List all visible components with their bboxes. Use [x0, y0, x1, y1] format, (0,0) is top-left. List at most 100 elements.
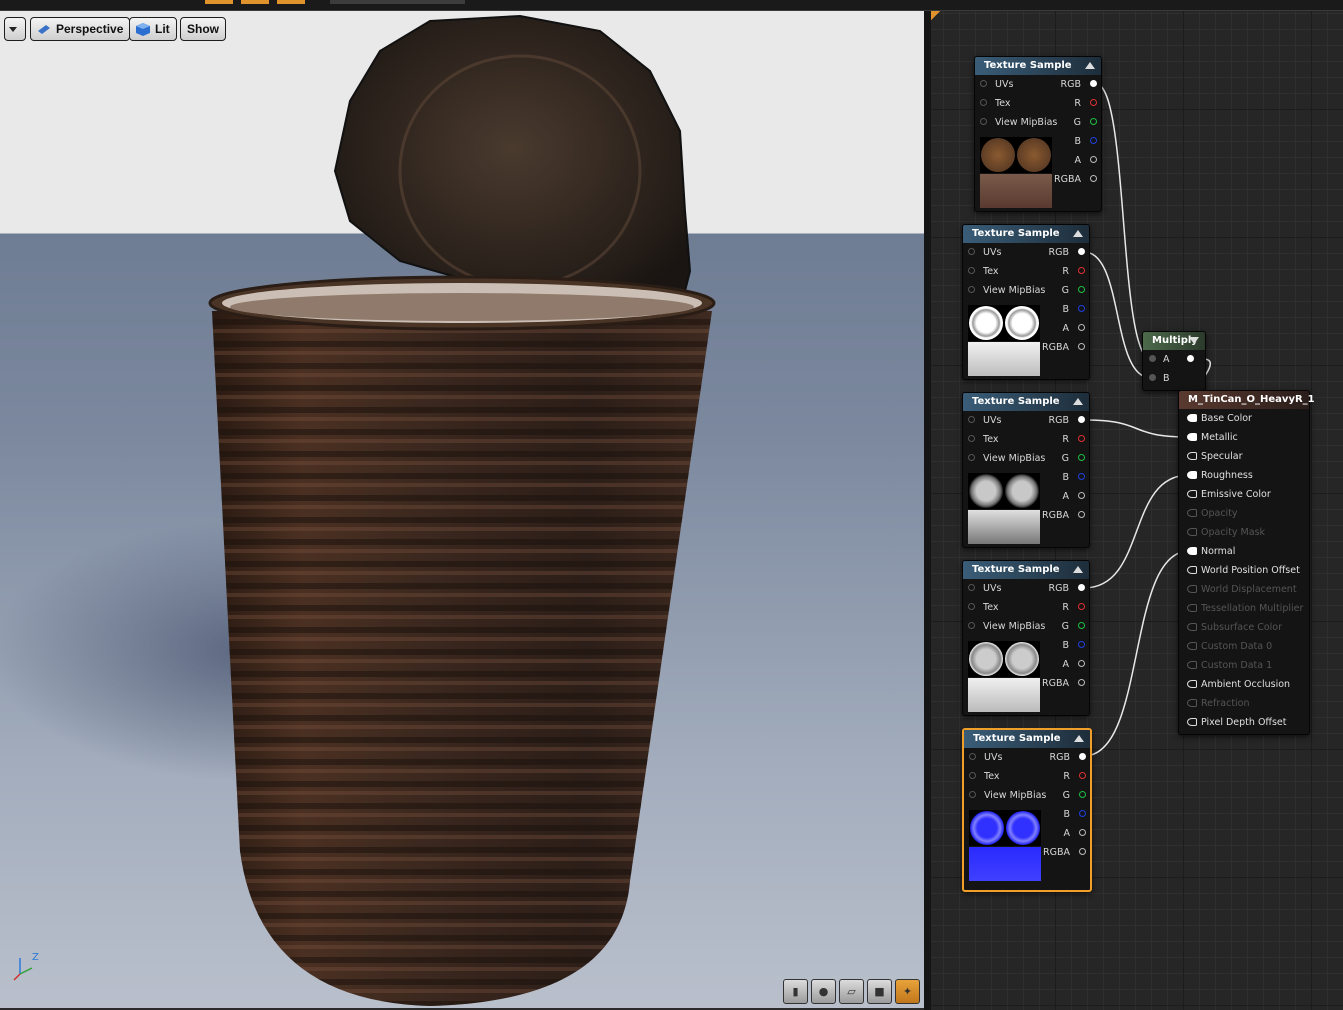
output-pin-icon[interactable] [1078, 416, 1085, 423]
output-pin-icon[interactable] [1079, 810, 1086, 817]
output-pin-row[interactable]: RGB [975, 75, 1101, 94]
output-pin-row[interactable]: RGB [963, 411, 1089, 430]
output-pin-icon[interactable] [1090, 137, 1097, 144]
node-title[interactable]: Texture Sample [964, 730, 1090, 748]
material-input-pin-row[interactable]: Roughness [1179, 466, 1309, 485]
plane-preview-icon[interactable]: ▱ [839, 979, 864, 1004]
input-pin-icon[interactable] [1149, 374, 1156, 381]
output-pin-row[interactable]: G [964, 786, 1090, 805]
material-input-pin-row[interactable]: Specular [1179, 447, 1309, 466]
output-pin-icon[interactable] [1078, 660, 1085, 667]
output-pin-icon[interactable] [1078, 622, 1085, 629]
output-pin-row[interactable]: G [963, 281, 1089, 300]
output-pin-icon[interactable] [1079, 772, 1086, 779]
material-input-pin-row[interactable]: Normal [1179, 542, 1309, 561]
output-pin-icon[interactable] [1187, 355, 1194, 362]
multiply-node[interactable]: Multiply A B [1142, 331, 1206, 391]
preview-viewport[interactable]: Perspective Lit Show Z ▮ ● ▱ ■ ✦ [0, 11, 924, 1008]
texture-sample-node[interactable]: Texture Sample UVs Tex View MipBias RGB … [962, 224, 1090, 380]
tab-chip[interactable] [241, 0, 269, 4]
texture-sample-node[interactable]: Texture Sample UVs Tex View MipBias RGB … [974, 56, 1102, 212]
output-pin-icon[interactable] [1078, 473, 1085, 480]
material-graph[interactable]: Texture Sample UVs Tex View MipBias RGB … [931, 11, 1343, 1010]
output-pin-icon[interactable] [1090, 118, 1097, 125]
output-pin-icon[interactable] [1090, 175, 1097, 182]
output-pin-icon[interactable] [1078, 511, 1085, 518]
show-button[interactable]: Show [180, 17, 226, 41]
collapse-icon[interactable] [1085, 62, 1095, 69]
material-input-pin-row[interactable]: Emissive Color [1179, 485, 1309, 504]
output-pin-icon[interactable] [1078, 492, 1085, 499]
output-pin-row[interactable]: G [963, 617, 1089, 636]
output-pin-icon[interactable] [1079, 791, 1086, 798]
output-pin-icon[interactable] [1078, 584, 1085, 591]
material-input-pin-icon[interactable] [1187, 471, 1197, 479]
material-input-pin-row[interactable]: Ambient Occlusion [1179, 675, 1309, 694]
output-pin-icon[interactable] [1078, 641, 1085, 648]
output-pin-icon[interactable] [1078, 603, 1085, 610]
material-input-pin-icon[interactable] [1187, 452, 1197, 460]
output-pin-row[interactable]: RGB [963, 243, 1089, 262]
node-title[interactable]: Texture Sample [963, 393, 1089, 411]
output-pin-icon[interactable] [1078, 435, 1085, 442]
output-pin-icon[interactable] [1078, 324, 1085, 331]
viewport-options-button[interactable] [4, 17, 26, 41]
input-pin-row[interactable]: B [1143, 369, 1205, 388]
output-pin-icon[interactable] [1078, 343, 1085, 350]
material-input-pin-icon[interactable] [1187, 680, 1197, 688]
input-pin-icon[interactable] [1149, 355, 1156, 362]
output-pin-icon[interactable] [1079, 829, 1086, 836]
output-pin-row[interactable]: R [964, 767, 1090, 786]
sphere-preview-icon[interactable]: ● [811, 979, 836, 1004]
cube-preview-icon[interactable]: ■ [867, 979, 892, 1004]
tab-chip[interactable] [205, 0, 233, 4]
material-input-pin-icon[interactable] [1187, 490, 1197, 498]
output-pin-icon[interactable] [1079, 753, 1086, 760]
output-pin-row[interactable]: R [963, 262, 1089, 281]
collapse-icon[interactable] [1073, 398, 1083, 405]
material-input-pin-icon[interactable] [1187, 547, 1197, 555]
material-input-pin-row[interactable]: Base Color [1179, 409, 1309, 428]
output-pin-icon[interactable] [1079, 848, 1086, 855]
output-pin-icon[interactable] [1090, 156, 1097, 163]
lit-button[interactable]: Lit [129, 17, 177, 41]
collapse-icon[interactable] [1074, 735, 1084, 742]
output-pin-row[interactable]: R [963, 430, 1089, 449]
input-pin-row[interactable]: A [1143, 350, 1205, 369]
output-pin-icon[interactable] [1078, 267, 1085, 274]
material-result-node[interactable]: M_TinCan_O_HeavyR_1 Base Color Metallic … [1178, 390, 1315, 735]
output-pin-row[interactable]: RGB [963, 579, 1089, 598]
output-pin-icon[interactable] [1078, 286, 1085, 293]
output-pin-icon[interactable] [1090, 80, 1097, 87]
material-input-pin-icon[interactable] [1187, 414, 1197, 422]
output-pin-row[interactable]: R [975, 94, 1101, 113]
node-title[interactable]: Texture Sample [975, 57, 1101, 75]
texture-sample-node[interactable]: Texture Sample UVs Tex View MipBias RGB … [962, 728, 1092, 892]
panel-splitter[interactable] [924, 11, 931, 1010]
node-title[interactable]: Multiply [1143, 332, 1205, 350]
collapse-icon[interactable] [1073, 230, 1083, 237]
output-pin-row[interactable]: R [963, 598, 1089, 617]
custom-mesh-preview-icon[interactable]: ✦ [895, 979, 920, 1004]
collapse-icon[interactable] [1073, 566, 1083, 573]
node-title[interactable]: Texture Sample [963, 225, 1089, 243]
output-pin-row[interactable]: RGB [964, 748, 1090, 767]
output-pin-icon[interactable] [1078, 248, 1085, 255]
collapse-icon[interactable] [1189, 337, 1199, 344]
node-title[interactable]: Texture Sample [963, 561, 1089, 579]
output-pin-icon[interactable] [1078, 679, 1085, 686]
material-input-pin-row[interactable]: Metallic [1179, 428, 1309, 447]
material-input-pin-icon[interactable] [1187, 433, 1197, 441]
node-title[interactable]: M_TinCan_O_HeavyR_1 [1179, 391, 1315, 409]
output-pin-row[interactable]: G [975, 113, 1101, 132]
tab-chip[interactable] [330, 0, 465, 4]
material-input-pin-row[interactable]: World Position Offset [1179, 561, 1309, 580]
texture-sample-node[interactable]: Texture Sample UVs Tex View MipBias RGB … [962, 392, 1090, 548]
output-pin-row[interactable]: G [963, 449, 1089, 468]
material-input-pin-icon[interactable] [1187, 566, 1197, 574]
perspective-button[interactable]: Perspective [30, 17, 131, 41]
cylinder-preview-icon[interactable]: ▮ [783, 979, 808, 1004]
output-pin-icon[interactable] [1078, 305, 1085, 312]
material-input-pin-icon[interactable] [1187, 718, 1197, 726]
material-input-pin-row[interactable]: Pixel Depth Offset [1179, 713, 1309, 732]
